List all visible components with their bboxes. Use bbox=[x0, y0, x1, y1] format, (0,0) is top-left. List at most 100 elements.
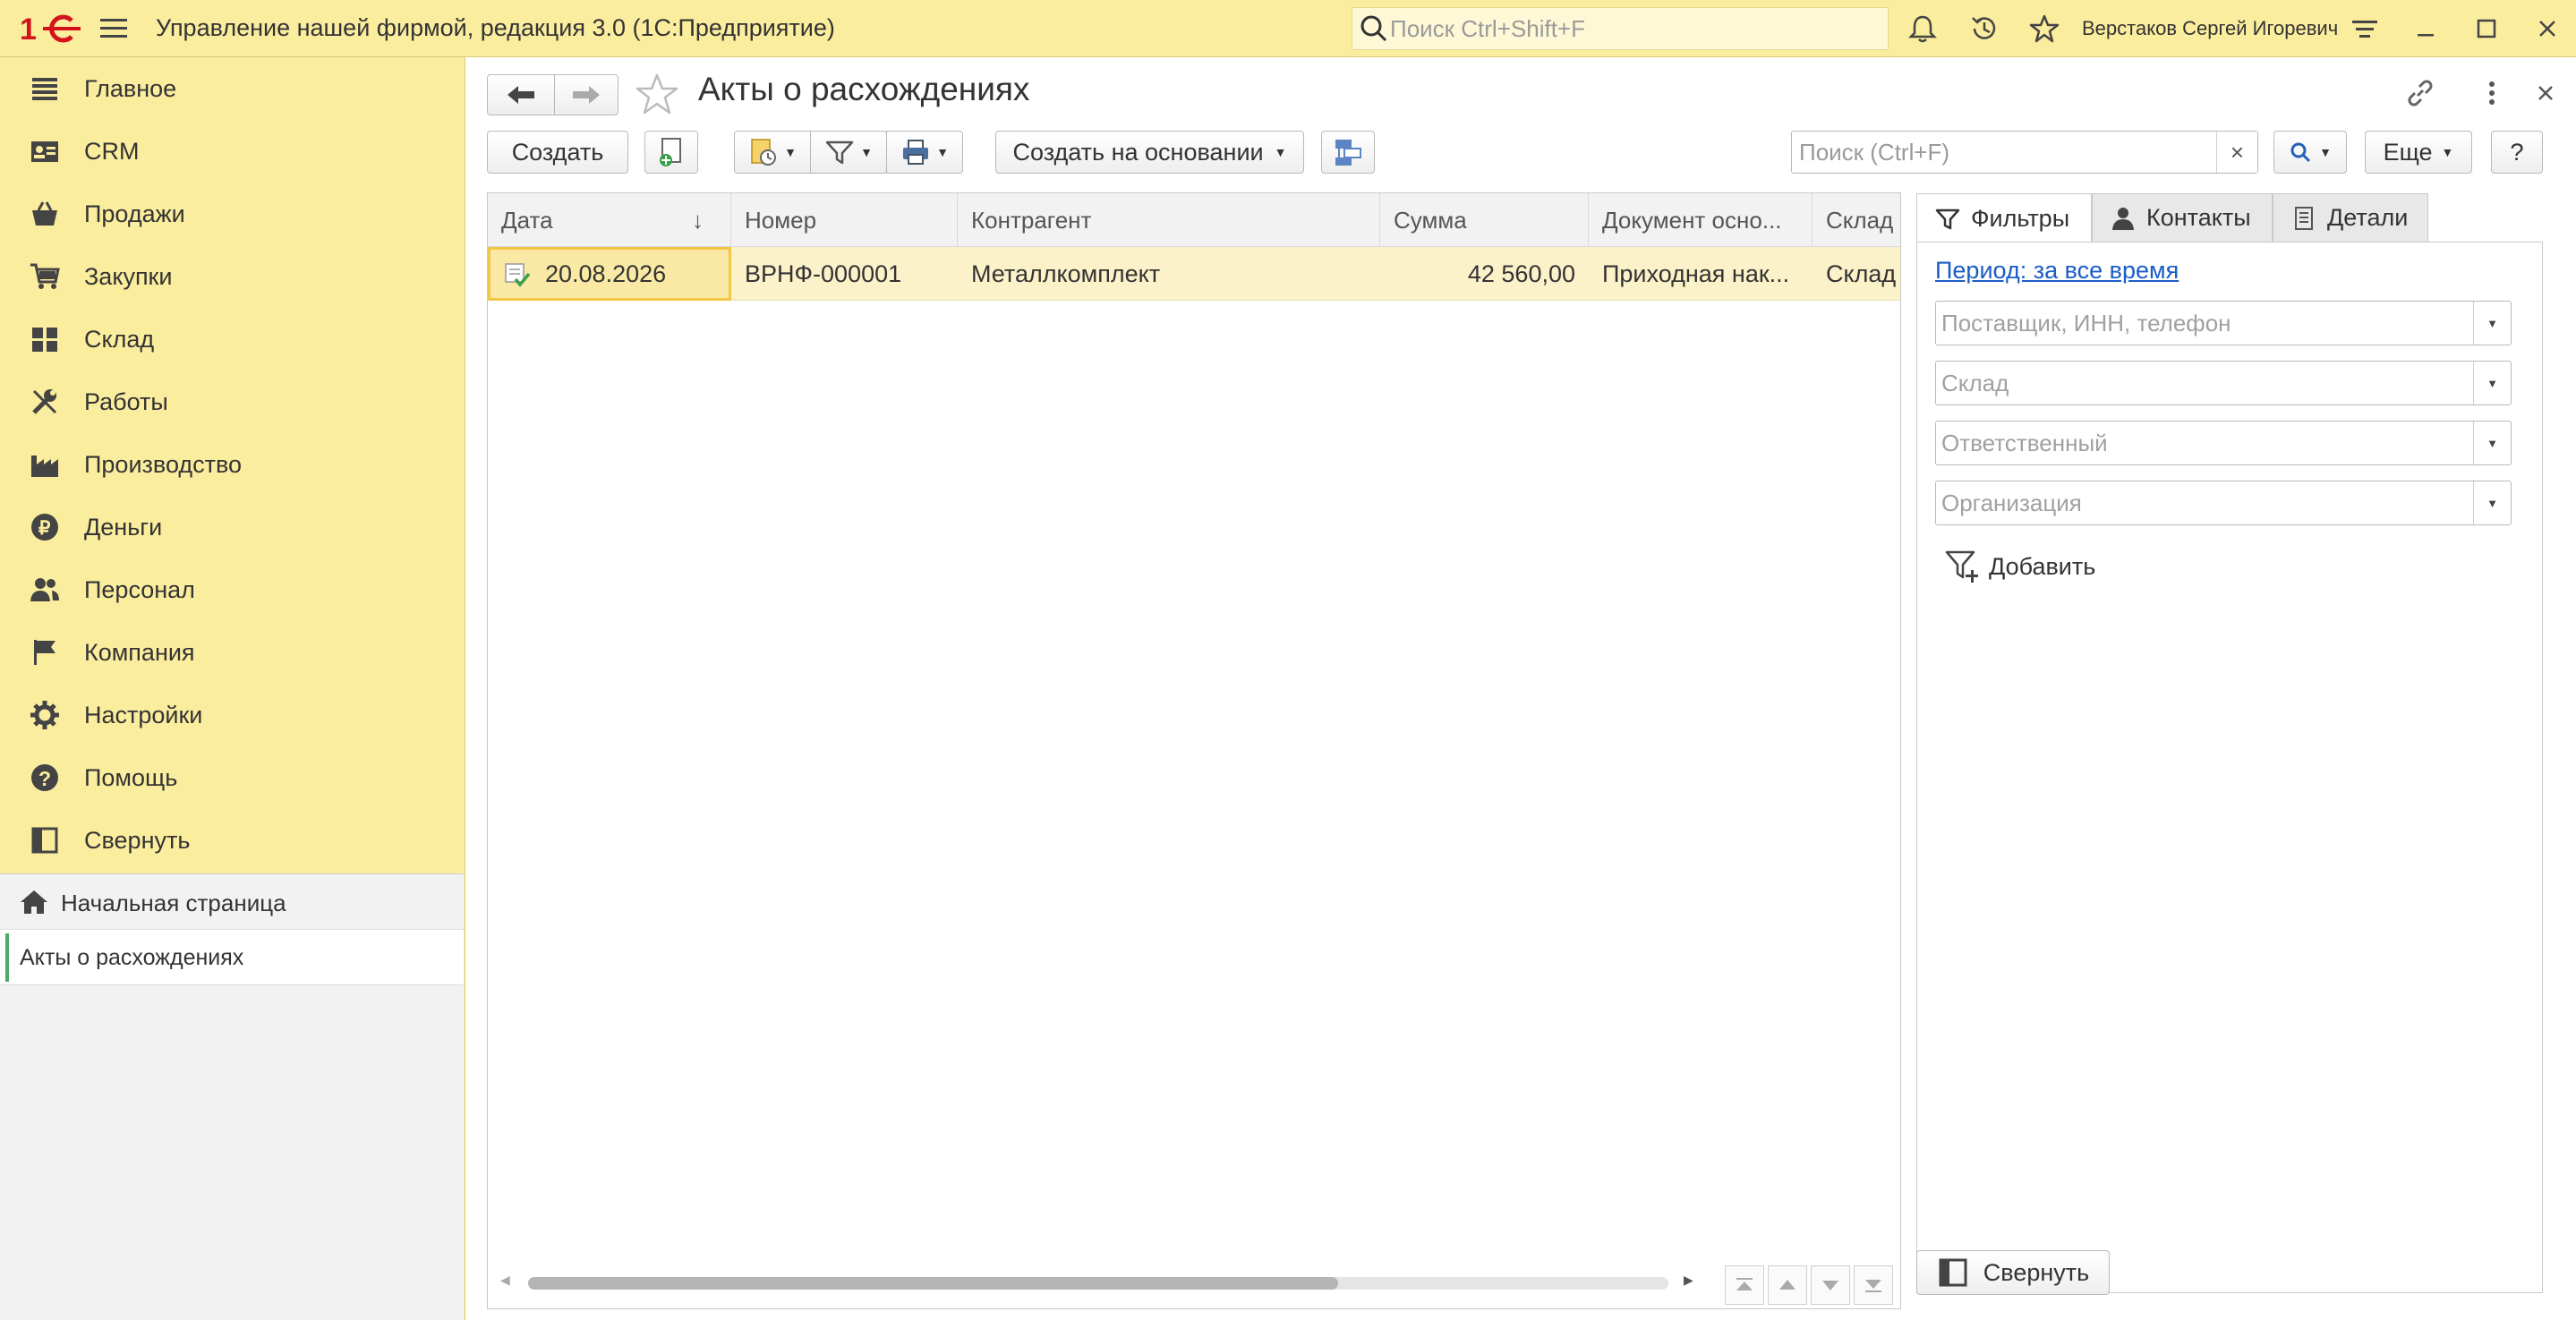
organization-filter-field[interactable]: ▼ bbox=[1935, 481, 2512, 525]
more-button[interactable]: Еще ▼ bbox=[2365, 131, 2472, 174]
responsible-filter-input[interactable] bbox=[1941, 430, 2461, 457]
sidebar-item-help[interactable]: ? Помощь bbox=[0, 746, 464, 809]
cell-warehouse[interactable]: Склад bbox=[1813, 247, 1900, 301]
tab-contacts[interactable]: Контакты bbox=[2092, 193, 2273, 242]
star-icon[interactable] bbox=[2028, 13, 2060, 45]
user-name[interactable]: Верстаков Сергей Игоревич bbox=[2082, 17, 2338, 40]
svg-text:?: ? bbox=[38, 767, 51, 790]
print-button[interactable]: ▼ bbox=[886, 131, 963, 174]
sidebar-item-works[interactable]: Работы bbox=[0, 370, 464, 433]
column-header-counterparty[interactable]: Контрагент bbox=[958, 193, 1380, 247]
maximize-icon[interactable] bbox=[2470, 13, 2503, 45]
sidebar-item-production[interactable]: Производство bbox=[0, 433, 464, 496]
cell-base-document[interactable]: Приходная нак... bbox=[1589, 247, 1813, 301]
favorite-star-icon[interactable] bbox=[634, 72, 680, 117]
page-up-icon bbox=[1779, 1280, 1796, 1290]
filter-button[interactable]: ▼ bbox=[810, 131, 887, 174]
horizontal-scrollbar[interactable]: ◀ ▶ bbox=[488, 1256, 1900, 1308]
period-button[interactable]: ▼ bbox=[734, 131, 811, 174]
sidebar-item-warehouse[interactable]: Склад bbox=[0, 308, 464, 370]
back-button[interactable] bbox=[487, 74, 555, 115]
cell-counterparty[interactable]: Металлкомплект bbox=[958, 247, 1380, 301]
sidebar-item-money[interactable]: ₽ Деньги bbox=[0, 496, 464, 558]
history-icon[interactable] bbox=[1968, 13, 2000, 45]
cell-amount[interactable]: 42 560,00 bbox=[1380, 247, 1589, 301]
search-options-button[interactable]: ▼ bbox=[2273, 131, 2347, 174]
sidebar-item-main[interactable]: Главное bbox=[0, 57, 464, 120]
arrow-left-icon bbox=[508, 86, 534, 104]
chevron-down-icon: ▼ bbox=[2486, 436, 2498, 450]
copy-button[interactable] bbox=[644, 131, 698, 174]
sidebar-item-collapse[interactable]: Свернуть bbox=[0, 809, 464, 872]
add-filter-button[interactable]: Добавить bbox=[1944, 547, 2095, 586]
organization-filter-input[interactable] bbox=[1941, 490, 2461, 517]
go-down-button[interactable] bbox=[1811, 1265, 1850, 1305]
dropdown-button[interactable]: ▼ bbox=[2473, 481, 2511, 524]
copy-add-icon bbox=[660, 138, 681, 166]
go-first-button[interactable] bbox=[1725, 1265, 1764, 1305]
tab-filters[interactable]: Фильтры bbox=[1916, 193, 2092, 243]
minimize-icon[interactable] bbox=[2410, 13, 2442, 45]
more-vertical-icon[interactable] bbox=[2474, 75, 2510, 111]
close-icon[interactable] bbox=[2531, 13, 2563, 45]
menu-icon[interactable] bbox=[97, 15, 131, 42]
form-close-icon[interactable] bbox=[2528, 75, 2563, 111]
sidebar-item-settings[interactable]: Настройки bbox=[0, 684, 464, 746]
sidebar-item-company[interactable]: Компания bbox=[0, 621, 464, 684]
open-page-current[interactable]: Акты о расхождениях bbox=[0, 930, 464, 985]
details-icon bbox=[2295, 206, 2313, 230]
filter-icon bbox=[825, 141, 854, 165]
list-search[interactable]: × bbox=[1791, 131, 2258, 174]
supplier-filter-input[interactable] bbox=[1941, 310, 2461, 337]
list-search-input[interactable] bbox=[1799, 139, 2211, 166]
settings-lines-icon[interactable] bbox=[2349, 13, 2381, 45]
column-header-base-document[interactable]: Документ осно... bbox=[1589, 193, 1813, 247]
sidebar-item-crm[interactable]: CRM bbox=[0, 120, 464, 183]
warehouse-filter-field[interactable]: ▼ bbox=[1935, 361, 2512, 405]
cell-number[interactable]: ВРНФ-000001 bbox=[731, 247, 958, 301]
1c-logo-icon[interactable]: 1 bbox=[20, 13, 82, 45]
help-button[interactable]: ? bbox=[2491, 131, 2543, 174]
filter-add-icon bbox=[1945, 550, 1978, 583]
sidebar: Главное CRM Продажи Закупки Склад Работы… bbox=[0, 57, 465, 1320]
dropdown-button[interactable]: ▼ bbox=[2473, 362, 2511, 405]
create-based-on-label: Создать на основании bbox=[1012, 138, 1264, 166]
column-header-date[interactable]: Дата ↓ bbox=[488, 193, 731, 247]
go-last-button[interactable] bbox=[1854, 1265, 1893, 1305]
bell-icon[interactable] bbox=[1906, 13, 1939, 45]
scroll-left-icon[interactable]: ◀ bbox=[500, 1273, 510, 1288]
warehouse-filter-input[interactable] bbox=[1941, 370, 2461, 397]
dropdown-button[interactable]: ▼ bbox=[2473, 422, 2511, 464]
link-icon[interactable] bbox=[2402, 75, 2438, 111]
create-based-on-button[interactable]: Создать на основании ▼ bbox=[995, 131, 1304, 174]
clear-search-button[interactable]: × bbox=[2216, 132, 2257, 173]
forward-button[interactable] bbox=[554, 74, 618, 115]
period-link[interactable]: Период: за все время bbox=[1935, 257, 2179, 285]
sidebar-item-staff[interactable]: Персонал bbox=[0, 558, 464, 621]
column-header-warehouse[interactable]: Склад bbox=[1813, 193, 1900, 247]
dropdown-button[interactable]: ▼ bbox=[2473, 302, 2511, 345]
responsible-filter-field[interactable]: ▼ bbox=[1935, 421, 2512, 465]
tab-details[interactable]: Детали bbox=[2273, 193, 2428, 242]
column-header-amount[interactable]: Сумма bbox=[1380, 193, 1589, 247]
sidebar-item-label: Производство bbox=[84, 451, 243, 478]
arrow-right-icon bbox=[573, 86, 600, 104]
open-page-home[interactable]: Начальная страница bbox=[0, 874, 464, 930]
sidebar-item-sales[interactable]: Продажи bbox=[0, 183, 464, 245]
go-up-button[interactable] bbox=[1768, 1265, 1807, 1305]
column-header-number[interactable]: Номер bbox=[731, 193, 958, 247]
posted-document-icon bbox=[505, 263, 531, 287]
structure-button[interactable] bbox=[1321, 131, 1375, 174]
supplier-filter-field[interactable]: ▼ bbox=[1935, 301, 2512, 345]
create-button[interactable]: Создать bbox=[487, 131, 628, 174]
scroll-right-icon[interactable]: ▶ bbox=[1684, 1273, 1693, 1288]
table-row[interactable]: 20.08.2026 ВРНФ-000001 Металлкомплект 42… bbox=[488, 247, 1900, 301]
collapse-panel-button[interactable]: Свернуть bbox=[1916, 1250, 2110, 1295]
sidebar-item-label: Главное bbox=[84, 75, 177, 102]
svg-text:₽: ₽ bbox=[38, 518, 51, 539]
cell-date[interactable]: 20.08.2026 bbox=[488, 247, 731, 301]
global-search[interactable] bbox=[1352, 7, 1889, 50]
global-search-input[interactable] bbox=[1390, 14, 1873, 43]
sidebar-item-purchases[interactable]: Закупки bbox=[0, 245, 464, 308]
scroll-thumb[interactable] bbox=[528, 1277, 1338, 1290]
